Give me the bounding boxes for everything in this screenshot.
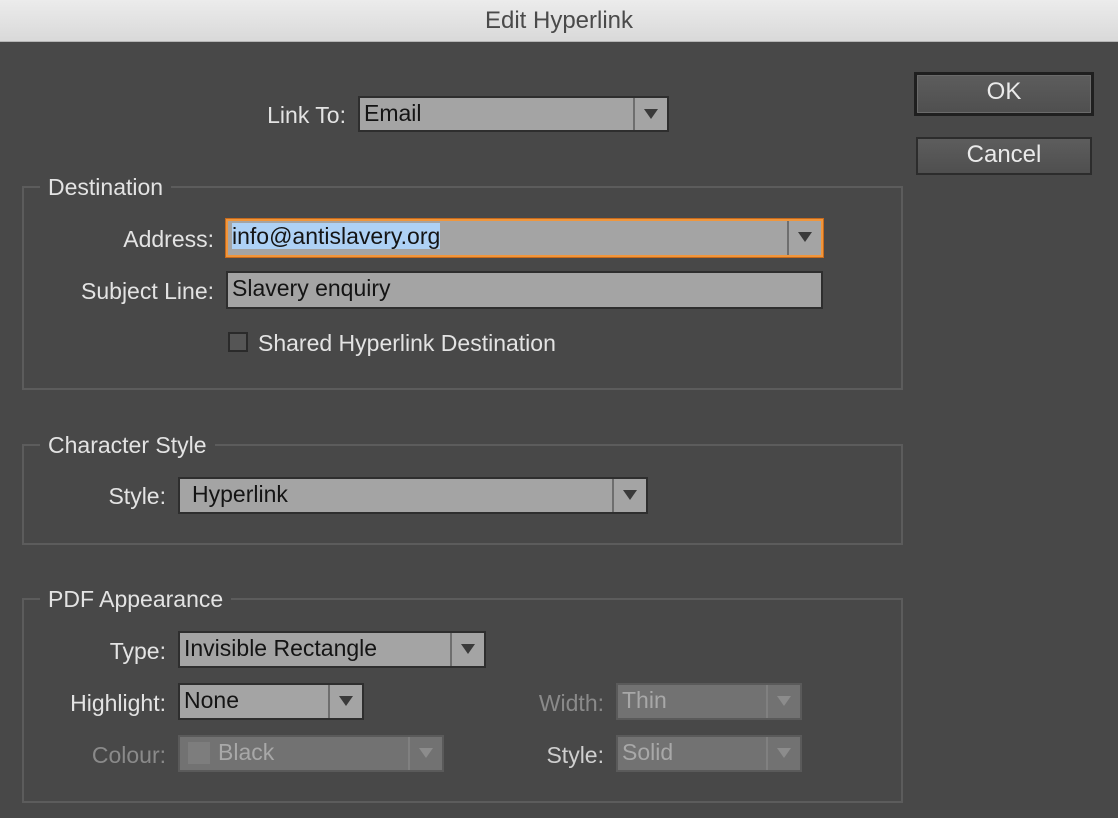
address-value[interactable]: info@antislavery.org <box>232 223 441 249</box>
highlight-value: None <box>184 687 239 713</box>
color-swatch-icon <box>188 742 210 764</box>
type-label: Type: <box>109 638 166 664</box>
colour-value: Black <box>218 739 275 765</box>
shared-destination-label[interactable]: Shared Hyperlink Destination <box>258 326 556 360</box>
subject-line-field[interactable]: Slavery enquiry <box>226 271 823 309</box>
width-label: Width: <box>538 690 604 716</box>
address-label: Address: <box>123 226 214 252</box>
chevron-down-icon[interactable] <box>450 633 484 666</box>
type-dropdown[interactable]: Invisible Rectangle <box>178 631 486 668</box>
character-style-dropdown[interactable]: Hyperlink <box>178 477 648 514</box>
type-value: Invisible Rectangle <box>184 635 378 661</box>
chevron-down-icon[interactable] <box>633 98 667 130</box>
border-style-value: Solid <box>622 739 674 765</box>
link-to-label: Link To: <box>267 102 346 128</box>
character-style-legend: Character Style <box>40 430 215 460</box>
width-dropdown[interactable]: Thin <box>616 683 802 720</box>
chevron-down-icon[interactable] <box>612 479 646 512</box>
pdf-appearance-legend: PDF Appearance <box>40 584 232 614</box>
highlight-label: Highlight: <box>70 690 166 716</box>
shared-destination-checkbox[interactable] <box>228 332 248 352</box>
chevron-down-icon[interactable] <box>328 685 362 718</box>
width-value: Thin <box>622 687 667 713</box>
link-to-dropdown[interactable]: Email <box>358 96 669 132</box>
chevron-down-icon[interactable] <box>408 737 442 770</box>
highlight-dropdown[interactable]: None <box>178 683 364 720</box>
character-style-value: Hyperlink <box>192 481 288 507</box>
border-style-label: Style: <box>546 742 604 768</box>
link-to-value: Email <box>364 100 422 126</box>
subject-line-label: Subject Line: <box>81 278 214 304</box>
address-combobox[interactable]: info@antislavery.org <box>226 219 823 257</box>
border-style-dropdown[interactable]: Solid <box>616 735 802 772</box>
colour-label: Colour: <box>91 742 166 768</box>
colour-dropdown[interactable]: Black <box>178 735 444 772</box>
ok-button[interactable]: OK <box>914 72 1094 116</box>
chevron-down-icon[interactable] <box>787 221 821 255</box>
chevron-down-icon[interactable] <box>766 685 800 718</box>
character-style-label: Style: <box>108 483 166 509</box>
chevron-down-icon[interactable] <box>766 737 800 770</box>
window-title: Edit Hyperlink <box>0 0 1118 42</box>
destination-legend: Destination <box>40 172 172 202</box>
cancel-button[interactable]: Cancel <box>916 137 1092 175</box>
